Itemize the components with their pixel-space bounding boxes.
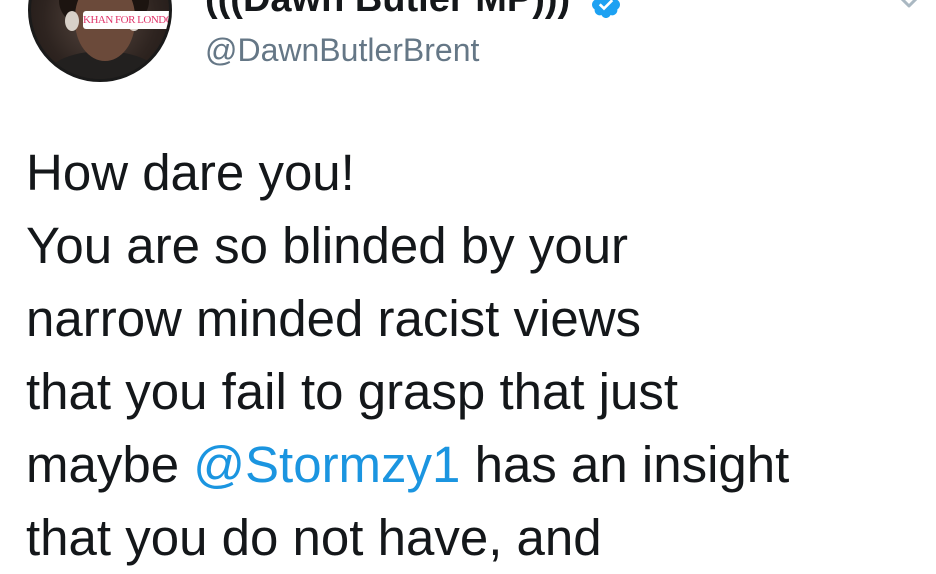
tweet-line: that you fail to grasp that just <box>26 363 679 420</box>
display-name[interactable]: (((Dawn Butler MP))) <box>205 0 570 21</box>
tweet-text-segment: has an insight <box>460 436 790 493</box>
chevron-down-icon[interactable] <box>898 0 920 10</box>
tweet-line: that you do not have, and <box>26 509 602 566</box>
tweet-line: How dare you! <box>26 144 355 201</box>
mention-link[interactable]: @Stormzy1 <box>193 436 460 493</box>
tweet-line: You are so blinded by your <box>26 217 629 274</box>
avatar-banner: KHAN FOR LONDON <box>83 11 169 29</box>
tweet-text: How dare you! You are so blinded by your… <box>26 136 926 574</box>
tweet-line: narrow minded racist views <box>26 290 642 347</box>
user-handle[interactable]: @DawnButlerBrent <box>205 32 479 69</box>
tweet-text-segment: maybe <box>26 436 194 493</box>
avatar[interactable]: KHAN FOR LONDON <box>28 0 172 82</box>
verified-badge-icon <box>592 0 620 18</box>
tweet-line: maybe @Stormzy1 has an insight <box>26 428 926 501</box>
headphone-left <box>65 11 79 31</box>
